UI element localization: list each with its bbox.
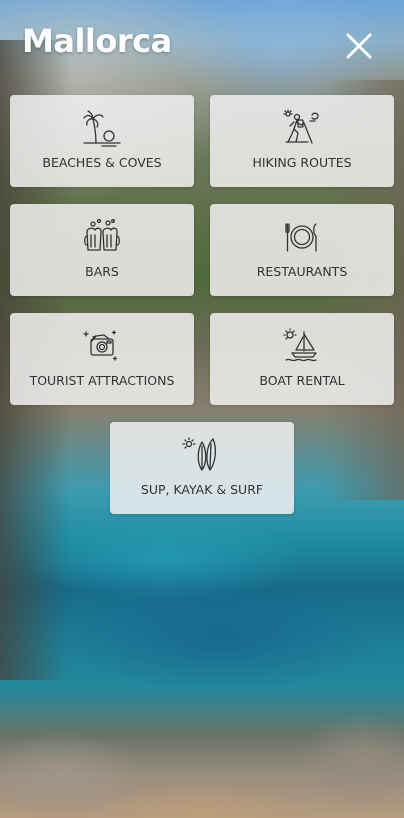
beer-mugs-icon	[82, 218, 122, 256]
category-sup-kayak-surf[interactable]: SUP, KAYAK & SURF	[110, 422, 294, 514]
category-bars[interactable]: BARS	[10, 204, 194, 296]
camera-icon	[82, 327, 122, 365]
category-label: BEACHES & COVES	[42, 155, 162, 170]
palm-beach-icon	[82, 109, 122, 147]
category-label: HIKING ROUTES	[252, 155, 352, 170]
category-label: BOAT RENTAL	[259, 373, 345, 388]
category-tourist-attractions[interactable]: TOURIST ATTRACTIONS	[10, 313, 194, 405]
close-icon	[346, 33, 372, 59]
category-label: RESTAURANTS	[256, 264, 348, 279]
category-label: TOURIST ATTRACTIONS	[29, 373, 175, 388]
sailboat-icon	[282, 327, 322, 365]
page-title: Mallorca	[22, 22, 172, 60]
category-label: SUP, KAYAK & SURF	[140, 482, 264, 497]
category-restaurants[interactable]: RESTAURANTS	[210, 204, 394, 296]
close-button[interactable]	[341, 28, 377, 64]
hiker-icon	[282, 109, 322, 147]
category-hiking-routes[interactable]: HIKING ROUTES	[210, 95, 394, 187]
surfboards-icon	[182, 436, 222, 474]
lagoon	[20, 500, 384, 700]
category-beaches-coves[interactable]: BEACHES & COVES	[10, 95, 194, 187]
category-label: BARS	[85, 264, 119, 279]
category-boat-rental[interactable]: BOAT RENTAL	[210, 313, 394, 405]
foreground-rocks	[0, 678, 404, 818]
plate-cutlery-icon	[282, 218, 322, 256]
